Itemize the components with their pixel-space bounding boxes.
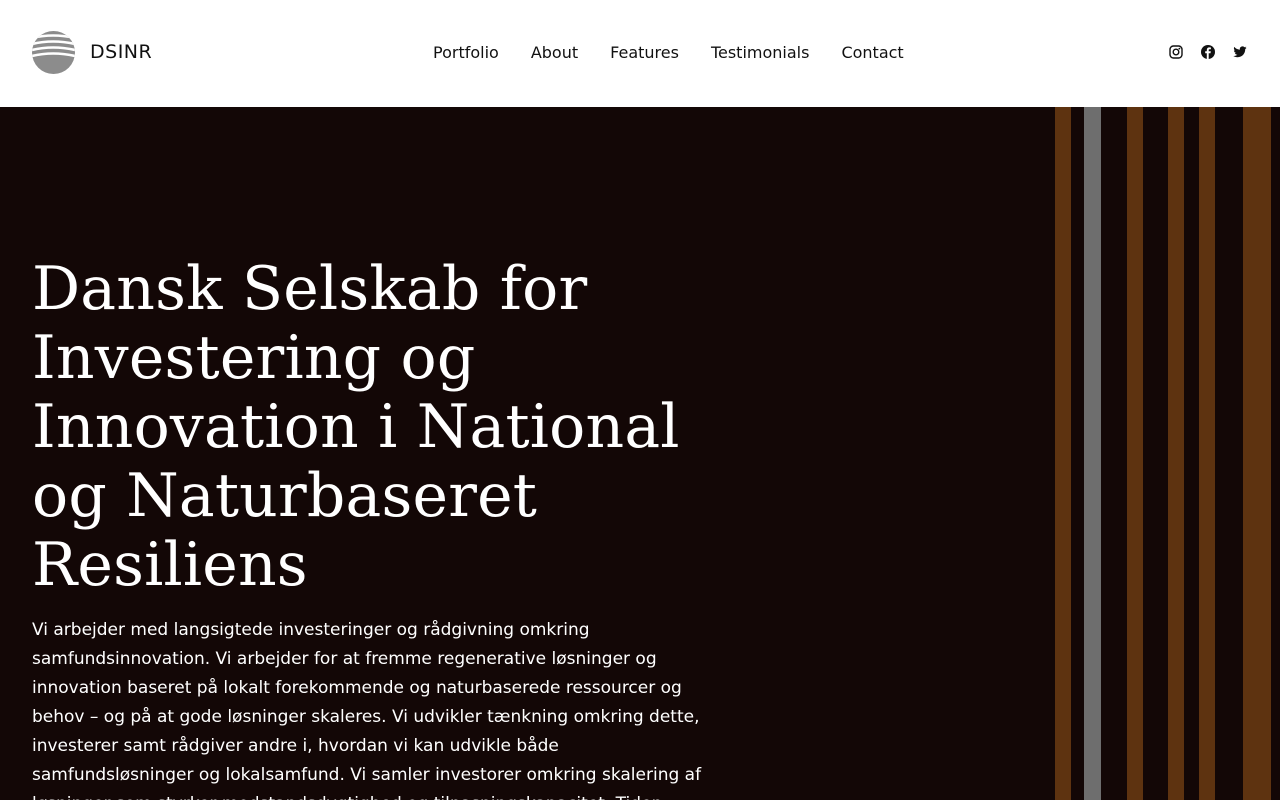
hero-title: Dansk Selskab for Investering og Innovat… — [32, 254, 680, 600]
decorative-stripe — [1084, 107, 1101, 800]
facebook-icon[interactable] — [1201, 45, 1215, 59]
decorative-stripe — [1127, 107, 1143, 800]
decorative-stripe — [1199, 107, 1215, 800]
main-nav: Portfolio About Features Testimonials Co… — [433, 42, 904, 64]
brand-name[interactable]: DSINR — [90, 40, 152, 64]
decorative-stripe — [1055, 107, 1071, 800]
decorative-stripe — [1168, 107, 1184, 800]
social-links — [1169, 45, 1247, 59]
hero-section: Dansk Selskab for Investering og Innovat… — [0, 107, 1280, 800]
logo-icon[interactable] — [32, 31, 75, 74]
nav-link-portfolio[interactable]: Portfolio — [433, 42, 499, 64]
nav-link-testimonials[interactable]: Testimonials — [711, 42, 810, 64]
site-header: DSINR Portfolio About Features Testimoni… — [0, 0, 1280, 107]
nav-link-about[interactable]: About — [531, 42, 578, 64]
instagram-icon[interactable] — [1169, 45, 1183, 59]
nav-link-contact[interactable]: Contact — [841, 42, 903, 64]
hero-description: Vi arbejder med langsigtede investeringe… — [32, 620, 702, 800]
nav-link-features[interactable]: Features — [610, 42, 679, 64]
decorative-stripe — [1243, 107, 1271, 800]
twitter-icon[interactable] — [1233, 45, 1247, 59]
